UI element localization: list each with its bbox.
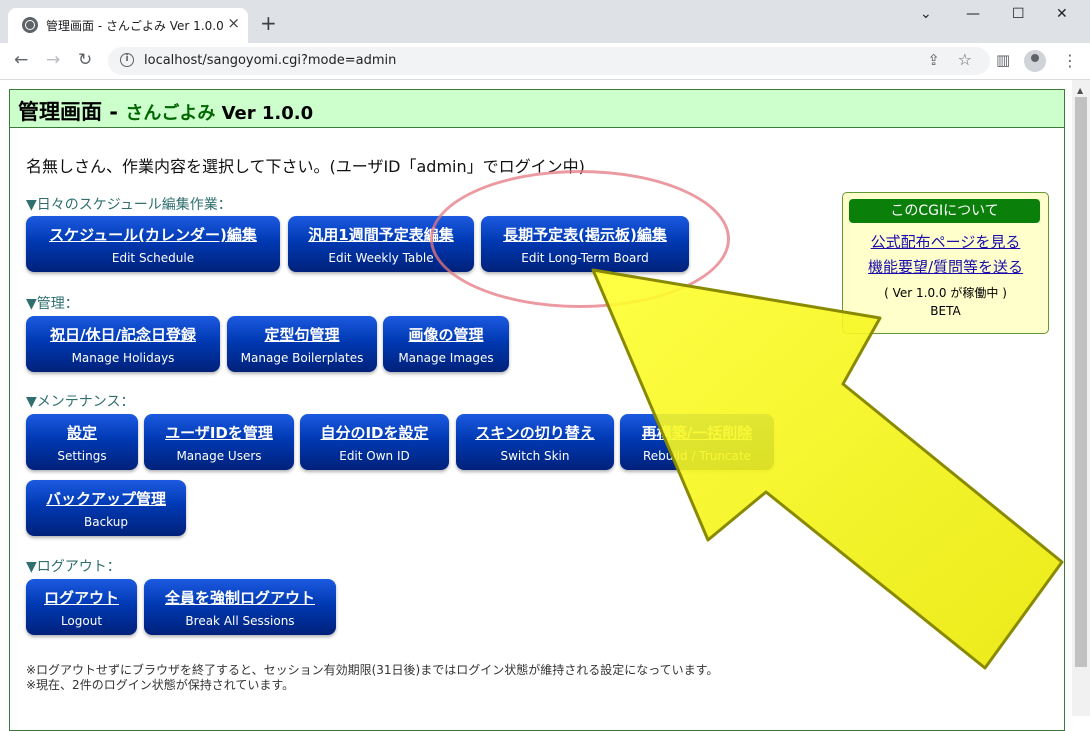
highlight-arrow — [591, 268, 1064, 670]
arrow-shape — [591, 268, 1064, 670]
